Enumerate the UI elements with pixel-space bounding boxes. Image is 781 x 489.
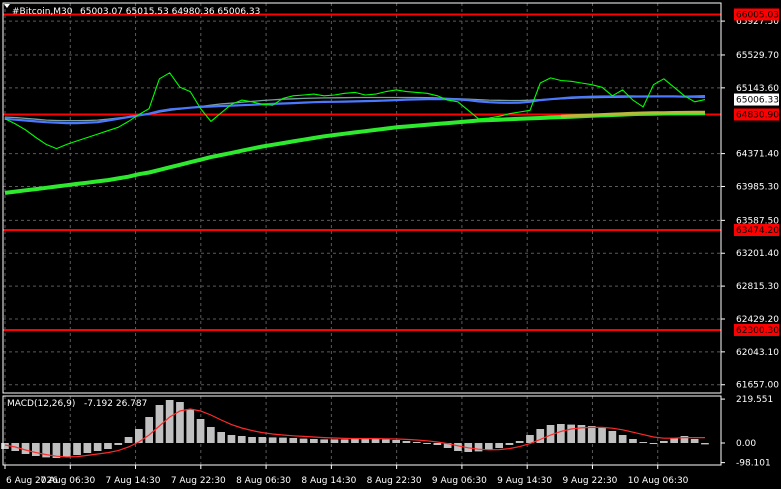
macd-histogram-bar: [104, 443, 112, 449]
macd-histogram-bar: [145, 417, 153, 443]
macd-histogram-bar: [371, 439, 380, 443]
symbol-label: #Bitcoin,M30: [12, 7, 73, 17]
x-tick-label: 7 Aug 06:30: [40, 476, 95, 486]
y-tick-label: 64371.40: [736, 150, 779, 160]
macd-histogram-bar: [135, 429, 143, 443]
ohlc-quote: 65003.07 65015.53 64980.36 65006.33: [80, 7, 260, 17]
macd-histogram-bar: [690, 439, 699, 443]
level-tag-label: 64830.90: [736, 110, 779, 120]
chart-background: [0, 0, 781, 489]
x-tick-label: 7 Aug 14:30: [106, 476, 161, 486]
macd-label: MACD(12,26,9): [7, 399, 75, 409]
y-tick-label: 65143.60: [736, 84, 779, 94]
level-tag-label: 63474.20: [736, 226, 779, 236]
macd-histogram-bar: [237, 436, 246, 443]
macd-histogram-bar: [505, 443, 514, 445]
macd-histogram-bar: [423, 443, 431, 444]
macd-histogram-bar: [402, 441, 411, 443]
macd-y-tick-label: -98.101: [736, 459, 771, 469]
macd-histogram-bar: [474, 443, 483, 452]
macd-histogram-bar: [587, 426, 596, 443]
macd-histogram-bar: [608, 431, 617, 443]
x-tick-label: 7 Aug 22:30: [171, 476, 226, 486]
macd-histogram-bar: [279, 437, 287, 443]
macd-histogram-bar: [598, 428, 606, 443]
macd-histogram-bar: [649, 443, 658, 444]
macd-histogram-bar: [557, 424, 565, 443]
macd-histogram-bar: [701, 443, 709, 445]
macd-histogram-bar: [629, 439, 637, 443]
macd-histogram-bar: [124, 437, 133, 443]
macd-y-tick-label: 219.551: [736, 395, 773, 405]
macd-histogram-bar: [62, 443, 71, 457]
x-tick-label: 10 Aug 06:30: [628, 476, 689, 486]
y-tick-label: 63985.30: [736, 182, 779, 192]
macd-histogram-bar: [660, 441, 668, 443]
price-chart: 6 Aug 20267 Aug 06:30 7 Aug 14:30 7 Aug 22…: [0, 0, 781, 489]
macd-histogram-bar: [207, 427, 215, 443]
macd-histogram-bar: [412, 442, 421, 443]
macd-histogram-bar: [289, 438, 298, 443]
macd-histogram-bar: [310, 439, 318, 443]
macd-histogram-bar: [165, 400, 174, 443]
macd-histogram-bar: [351, 439, 359, 443]
macd-histogram-bar: [382, 439, 390, 443]
y-tick-label: 62043.10: [736, 348, 779, 358]
x-tick-label: 9 Aug 14:30: [497, 476, 552, 486]
x-tick-label: 9 Aug 06:30: [432, 476, 487, 486]
macd-histogram-bar: [495, 443, 503, 448]
macd-histogram-bar: [639, 442, 648, 443]
macd-histogram-bar: [526, 435, 534, 443]
macd-histogram-bar: [268, 437, 277, 443]
macd-histogram-bar: [21, 443, 30, 454]
x-tick-label: 8 Aug 14:30: [301, 476, 356, 486]
macd-histogram-bar: [196, 419, 205, 443]
macd-histogram-bar: [454, 443, 462, 451]
last-price-label: 65006.33: [736, 96, 779, 106]
macd-histogram-bar: [186, 409, 195, 443]
y-tick-label: 63201.40: [736, 249, 779, 259]
x-tick-label: 9 Aug 22:30: [562, 476, 617, 486]
macd-histogram-bar: [32, 443, 40, 456]
macd-histogram-bar: [320, 439, 328, 443]
macd-histogram-bar: [217, 432, 225, 443]
x-tick-label: 8 Aug 06:30: [236, 476, 291, 486]
macd-histogram-bar: [361, 438, 370, 443]
macd-histogram-bar: [114, 443, 123, 445]
macd-histogram-bar: [485, 443, 493, 450]
y-tick-label: 61657.00: [736, 381, 779, 391]
macd-histogram-bar: [330, 439, 339, 443]
macd-histogram-bar: [515, 441, 524, 443]
macd-histogram-bar: [83, 443, 92, 453]
level-tag-label: 62300.30: [736, 326, 779, 336]
macd-histogram-bar: [392, 440, 400, 443]
y-tick-label: 62429.20: [736, 315, 779, 325]
macd-histogram-bar: [258, 437, 267, 443]
macd-histogram-bar: [567, 424, 575, 443]
macd-histogram-bar: [618, 435, 627, 443]
macd-histogram-bar: [248, 437, 256, 443]
macd-histogram-bar: [433, 443, 442, 445]
macd-histogram-bar: [93, 443, 102, 451]
macd-values: -7.192 26.787: [84, 399, 147, 409]
y-tick-label: 65529.70: [736, 51, 779, 61]
macd-histogram-bar: [299, 438, 308, 443]
macd-histogram-bar: [176, 402, 184, 443]
macd-histogram-bar: [340, 439, 349, 443]
y-tick-label: 62815.30: [736, 282, 779, 292]
level-tag-label: 66005.03: [736, 10, 779, 20]
macd-y-tick-label: 0.00: [736, 439, 756, 449]
macd-histogram-bar: [227, 435, 236, 443]
x-tick-label: 8 Aug 22:30: [367, 476, 422, 486]
macd-histogram-bar: [73, 443, 81, 455]
